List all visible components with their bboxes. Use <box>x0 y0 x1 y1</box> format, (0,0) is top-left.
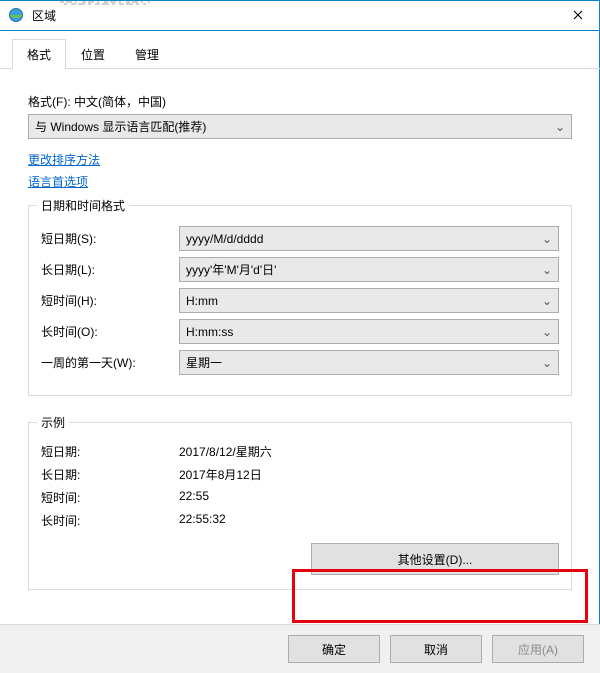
examples-group: 示例 短日期: 2017/8/12/星期六 长日期: 2017年8月12日 短时… <box>28 422 572 590</box>
window-title: 区域 <box>32 7 56 24</box>
cancel-button[interactable]: 取消 <box>390 635 482 663</box>
long-time-value: H:mm:ss <box>186 325 233 339</box>
chevron-down-icon: ⌄ <box>542 294 552 308</box>
ex-short-time-value: 22:55 <box>179 489 209 506</box>
first-day-label: 一周的第一天(W): <box>41 354 179 371</box>
ok-button[interactable]: 确定 <box>288 635 380 663</box>
ex-long-time-label: 长时间: <box>41 512 179 529</box>
examples-group-title: 示例 <box>37 414 69 431</box>
ex-long-time-value: 22:55:32 <box>179 512 226 529</box>
chevron-down-icon: ⌄ <box>542 325 552 339</box>
ex-short-date-label: 短日期: <box>41 443 179 460</box>
titlebar-scratch <box>60 1 150 5</box>
ex-short-time-label: 短时间: <box>41 489 179 506</box>
chevron-down-icon: ⌄ <box>555 120 565 134</box>
title-bar: 区域 <box>0 0 600 31</box>
tab-location[interactable]: 位置 <box>66 39 120 69</box>
additional-settings-button[interactable]: 其他设置(D)... <box>311 543 559 575</box>
dialog-button-bar: 确定 取消 应用(A) <box>0 624 600 673</box>
additional-settings-label: 其他设置(D)... <box>398 551 473 568</box>
tab-format[interactable]: 格式 <box>12 39 66 70</box>
chevron-down-icon: ⌄ <box>542 356 552 370</box>
short-time-label: 短时间(H): <box>41 292 179 309</box>
short-date-label: 短日期(S): <box>41 230 179 247</box>
format-label: 格式(F): 中文(简体，中国) <box>28 93 572 110</box>
tab-strip: 格式 位置 管理 <box>0 31 600 69</box>
long-date-label: 长日期(L): <box>41 261 179 278</box>
ex-long-date-label: 长日期: <box>41 466 179 483</box>
short-date-combo[interactable]: yyyy/M/d/dddd ⌄ <box>179 226 559 251</box>
short-date-value: yyyy/M/d/dddd <box>186 232 263 246</box>
format-combo-value: 与 Windows 显示语言匹配(推荐) <box>35 118 206 135</box>
first-day-value: 星期一 <box>186 354 222 371</box>
change-sort-link[interactable]: 更改排序方法 <box>28 149 100 171</box>
format-combo[interactable]: 与 Windows 显示语言匹配(推荐) ⌄ <box>28 114 572 139</box>
chevron-down-icon: ⌄ <box>542 263 552 277</box>
long-time-label: 长时间(O): <box>41 323 179 340</box>
ex-short-date-value: 2017/8/12/星期六 <box>179 443 272 460</box>
apply-button[interactable]: 应用(A) <box>492 635 584 663</box>
language-preferences-link[interactable]: 语言首选项 <box>28 171 88 193</box>
datetime-format-group-title: 日期和时间格式 <box>37 197 129 214</box>
tab-admin[interactable]: 管理 <box>120 39 174 69</box>
first-day-combo[interactable]: 星期一 ⌄ <box>179 350 559 375</box>
region-icon <box>8 7 24 23</box>
long-date-combo[interactable]: yyyy'年'M'月'd'日' ⌄ <box>179 257 559 282</box>
close-button[interactable] <box>555 0 600 30</box>
short-time-combo[interactable]: H:mm ⌄ <box>179 288 559 313</box>
datetime-format-group: 日期和时间格式 短日期(S): yyyy/M/d/dddd ⌄ 长日期(L): … <box>28 205 572 396</box>
chevron-down-icon: ⌄ <box>542 232 552 246</box>
long-time-combo[interactable]: H:mm:ss ⌄ <box>179 319 559 344</box>
long-date-value: yyyy'年'M'月'd'日' <box>186 261 276 278</box>
short-time-value: H:mm <box>186 294 218 308</box>
ex-long-date-value: 2017年8月12日 <box>179 466 262 483</box>
tab-body: 格式(F): 中文(简体，中国) 与 Windows 显示语言匹配(推荐) ⌄ … <box>0 69 600 590</box>
